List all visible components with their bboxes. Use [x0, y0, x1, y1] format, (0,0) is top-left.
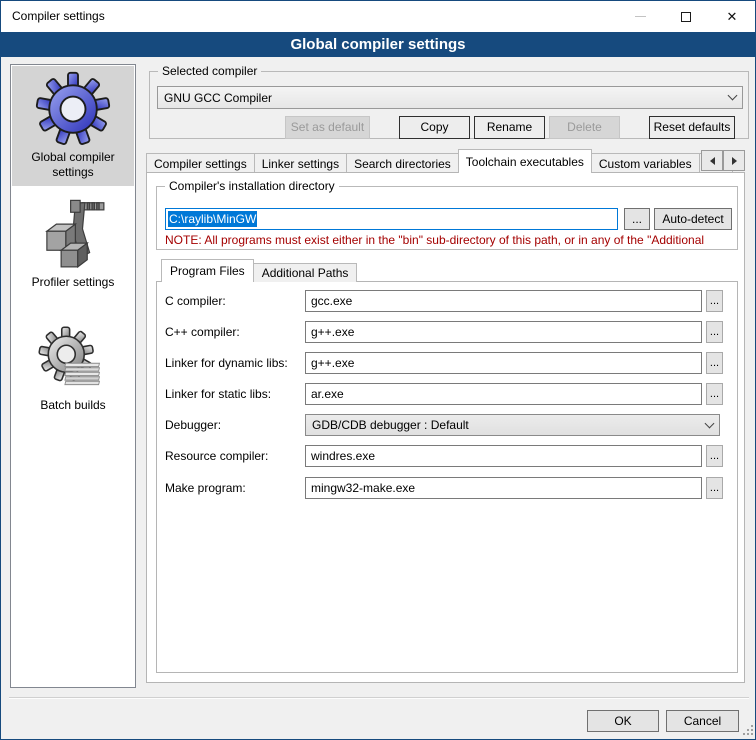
arrow-right-icon: [732, 157, 737, 165]
browse-button[interactable]: ...: [706, 290, 723, 312]
group-legend: Selected compiler: [158, 64, 261, 78]
minimize-button[interactable]: [617, 1, 663, 32]
debugger-select-value: GDB/CDB debugger : Default: [312, 418, 706, 432]
tab-search-directories[interactable]: Search directories: [347, 153, 459, 173]
static-linker-label: Linker for static libs:: [165, 383, 303, 405]
maximize-button[interactable]: [663, 1, 709, 32]
browse-button[interactable]: ...: [706, 383, 723, 405]
compiler-select-value: GNU GCC Compiler: [164, 91, 729, 105]
page-title: Global compiler settings: [1, 32, 755, 57]
sidebar-item-batch-builds[interactable]: Batch builds: [12, 322, 134, 418]
c-compiler-label: C compiler:: [165, 290, 303, 312]
blue-gear-icon: [33, 69, 113, 149]
debugger-label: Debugger:: [165, 414, 303, 436]
field-row: Linker for static libs: ar.exe ...: [157, 383, 737, 405]
sidebar-item-global-compiler-settings[interactable]: Global compiler settings: [12, 66, 134, 186]
resource-compiler-input[interactable]: windres.exe: [305, 445, 702, 467]
browse-button[interactable]: ...: [706, 445, 723, 467]
field-row: Make program: mingw32-make.exe ...: [157, 477, 737, 499]
program-files-page: C compiler: gcc.exe ... C++ compiler: g+…: [156, 281, 738, 673]
title-bar: Compiler settings ✕: [1, 1, 755, 32]
caliper-tool-icon: [35, 198, 111, 274]
cancel-button[interactable]: Cancel: [666, 710, 739, 732]
chevron-down-icon: [728, 91, 738, 101]
tab-custom-variables[interactable]: Custom variables: [592, 153, 700, 173]
tab-toolchain-executables[interactable]: Toolchain executables: [458, 149, 592, 173]
field-row: C compiler: gcc.exe ...: [157, 290, 737, 312]
gray-gear-stack-icon: [37, 325, 109, 397]
minimize-icon: [635, 16, 646, 17]
browse-directory-button[interactable]: ...: [624, 208, 650, 230]
field-row: Resource compiler: windres.exe ...: [157, 445, 737, 467]
group-legend: Compiler's installation directory: [165, 179, 339, 193]
debugger-select[interactable]: GDB/CDB debugger : Default: [305, 414, 720, 436]
cpp-compiler-input[interactable]: g++.exe: [305, 321, 702, 343]
tab-linker-settings[interactable]: Linker settings: [255, 153, 347, 173]
maximize-icon: [681, 12, 691, 22]
reset-defaults-button[interactable]: Reset defaults: [649, 116, 735, 139]
chevron-down-icon: [705, 418, 715, 428]
rename-button[interactable]: Rename: [474, 116, 545, 139]
field-row: C++ compiler: g++.exe ...: [157, 321, 737, 343]
selected-compiler-group: Selected compiler GNU GCC Compiler Set a…: [149, 71, 749, 139]
sidebar-item-label: Batch builds: [12, 398, 134, 413]
bin-subdirectory-note: NOTE: All programs must exist either in …: [165, 233, 735, 247]
tab-program-files[interactable]: Program Files: [161, 259, 254, 282]
tab-scroll-right-button[interactable]: [723, 150, 745, 171]
sidebar-item-label: Global compiler settings: [12, 150, 134, 180]
path-selected-text: C:\raylib\MinGW: [168, 211, 257, 227]
field-row: Debugger: GDB/CDB debugger : Default: [157, 414, 737, 436]
program-files-tab-strip: Program Files Additional Paths: [161, 259, 357, 282]
browse-button[interactable]: ...: [706, 477, 723, 499]
close-button[interactable]: ✕: [709, 1, 755, 32]
installation-directory-input[interactable]: C:\raylib\MinGW: [165, 208, 618, 230]
resize-grip[interactable]: [743, 725, 745, 727]
set-as-default-button[interactable]: Set as default: [285, 116, 370, 139]
footer-divider: [9, 697, 749, 699]
browse-button[interactable]: ...: [706, 352, 723, 374]
cpp-compiler-label: C++ compiler:: [165, 321, 303, 343]
compiler-select[interactable]: GNU GCC Compiler: [157, 86, 743, 109]
sidebar-item-label: Profiler settings: [12, 275, 134, 290]
compiler-settings-dialog: Compiler settings ✕ Global compiler sett…: [0, 0, 756, 740]
settings-category-list: Global compiler settings: [10, 64, 136, 688]
copy-button[interactable]: Copy: [399, 116, 470, 139]
installation-directory-group: Compiler's installation directory C:\ray…: [156, 186, 738, 250]
resource-compiler-label: Resource compiler:: [165, 445, 303, 467]
tab-additional-paths[interactable]: Additional Paths: [254, 263, 358, 282]
field-row: Linker for dynamic libs: g++.exe ...: [157, 352, 737, 374]
static-linker-input[interactable]: ar.exe: [305, 383, 702, 405]
arrow-left-icon: [710, 157, 715, 165]
tab-scroll-left-button[interactable]: [701, 150, 723, 171]
tab-compiler-settings[interactable]: Compiler settings: [146, 153, 255, 173]
browse-button[interactable]: ...: [706, 321, 723, 343]
close-icon: ✕: [727, 10, 738, 23]
dynamic-linker-label: Linker for dynamic libs:: [165, 352, 303, 374]
window-controls: ✕: [617, 1, 755, 32]
dynamic-linker-input[interactable]: g++.exe: [305, 352, 702, 374]
make-program-label: Make program:: [165, 477, 303, 499]
auto-detect-button[interactable]: Auto-detect: [654, 208, 732, 230]
window-title: Compiler settings: [12, 9, 105, 23]
settings-tab-strip: Compiler settings Linker settings Search…: [146, 149, 745, 173]
sidebar-item-profiler-settings[interactable]: Profiler settings: [12, 195, 134, 291]
make-program-input[interactable]: mingw32-make.exe: [305, 477, 702, 499]
ok-button[interactable]: OK: [587, 710, 659, 732]
delete-button[interactable]: Delete: [549, 116, 620, 139]
c-compiler-input[interactable]: gcc.exe: [305, 290, 702, 312]
